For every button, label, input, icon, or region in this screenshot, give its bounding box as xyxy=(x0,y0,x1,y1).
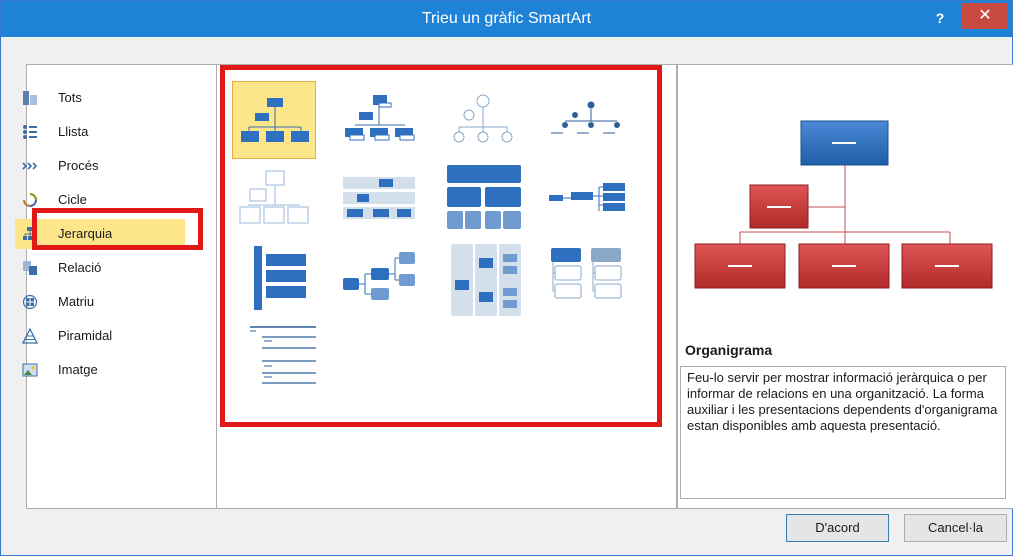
dialog-title: Trieu un gràfic SmartArt xyxy=(421,10,592,27)
category-label: Llista xyxy=(58,124,89,139)
category-item-matriu[interactable]: Matriu xyxy=(15,287,185,317)
category-label: Procés xyxy=(58,158,99,173)
picture-icon xyxy=(22,363,38,377)
category-label: Imatge xyxy=(58,362,98,377)
preview-child-shape xyxy=(798,243,890,289)
list-icon xyxy=(23,125,37,139)
gallery-highlight-box xyxy=(220,65,662,427)
preview-child-shape xyxy=(694,243,786,289)
category-item-piramidal[interactable]: Piramidal xyxy=(15,321,185,351)
cycle-icon xyxy=(23,193,37,207)
category-highlight-box xyxy=(32,208,203,250)
preview-title: Organigrama xyxy=(685,342,773,358)
pyramid-icon xyxy=(22,328,38,344)
preview-assistant-shape xyxy=(749,184,809,229)
help-button[interactable]: ? xyxy=(929,7,951,29)
category-label: Tots xyxy=(58,90,82,105)
process-icon xyxy=(22,162,38,170)
category-item-llista[interactable]: Llista xyxy=(15,117,185,147)
preview-description: Feu-lo servir per mostrar informació jer… xyxy=(680,366,1006,499)
all-icon xyxy=(23,91,37,105)
preview-top-shape xyxy=(800,120,889,166)
category-item-imatge[interactable]: Imatge xyxy=(15,355,185,385)
category-item-relacio[interactable]: Relació xyxy=(15,253,185,283)
category-label: Piramidal xyxy=(58,328,113,343)
cancel-button[interactable]: Cancel·la xyxy=(904,514,1007,542)
smartart-dialog: Trieu un gràfic SmartArt ? ✕ Tots Llista… xyxy=(0,0,1013,556)
relationship-icon xyxy=(23,261,37,275)
category-item-proces[interactable]: Procés xyxy=(15,151,185,181)
matrix-icon xyxy=(22,294,38,310)
category-label: Cicle xyxy=(58,192,87,207)
close-button[interactable]: ✕ xyxy=(962,3,1008,29)
preview-child-shape xyxy=(901,243,993,289)
ok-button[interactable]: D'acord xyxy=(786,514,889,542)
category-label: Relació xyxy=(58,260,102,275)
title-bar: Trieu un gràfic SmartArt ? ✕ xyxy=(1,1,1012,37)
category-label: Matriu xyxy=(58,294,95,309)
category-item-tots[interactable]: Tots xyxy=(15,83,185,113)
preview-diagram xyxy=(694,120,993,289)
